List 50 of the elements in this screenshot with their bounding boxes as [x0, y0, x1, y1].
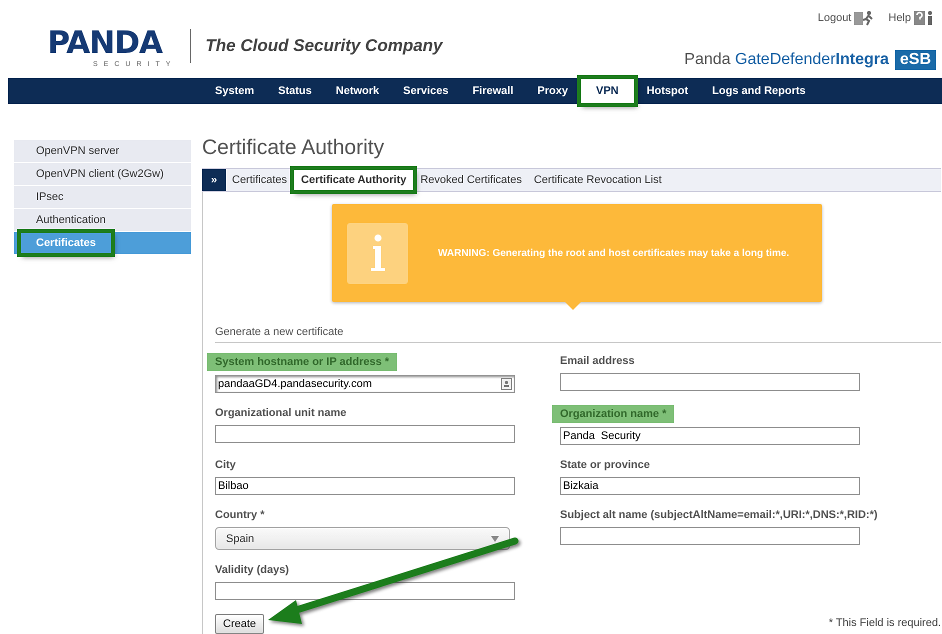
caret-icon	[491, 536, 499, 542]
page-title: Certificate Authority	[202, 136, 386, 160]
field-label: City	[215, 458, 236, 473]
nav-tab[interactable]: Firewall	[460, 78, 526, 104]
field-label: Email address	[560, 354, 635, 369]
field-label: Country *	[215, 508, 264, 523]
input-field[interactable]: Panda Security	[560, 427, 860, 445]
field-label: State or province	[560, 458, 650, 473]
country-dropdown[interactable]: Spain	[215, 527, 510, 550]
toggle-button[interactable]: »	[202, 169, 226, 191]
field-label: Organizational unit name	[215, 406, 346, 421]
help-link[interactable]: Help	[888, 10, 936, 26]
nav-tab[interactable]: Hotspot	[634, 78, 700, 104]
input-field[interactable]	[215, 582, 515, 600]
tagline: The Cloud Security Company	[205, 36, 442, 56]
tab[interactable]: Certificate Authority	[293, 169, 414, 191]
sidebar-item[interactable]: IPsec	[14, 186, 191, 208]
input-field[interactable]	[215, 425, 515, 443]
product-badge: eSB	[894, 50, 936, 70]
nav-tab[interactable]: VPN	[580, 78, 635, 104]
field-label: Organization name *	[552, 405, 674, 423]
nav-tab[interactable]: Proxy	[525, 78, 580, 104]
sidebar-item[interactable]: Authentication	[14, 209, 191, 231]
tab[interactable]: Revoked Certificates	[414, 169, 528, 191]
logo-wordmark: PANDA	[47, 24, 162, 60]
section-title: Generate a new certificate	[215, 326, 941, 343]
tab[interactable]: Certificate Revocation List	[528, 169, 668, 191]
nav-tab[interactable]: Logs and Reports	[700, 78, 818, 104]
tab[interactable]: Certificates	[226, 169, 294, 191]
input-field[interactable]	[560, 373, 860, 391]
nav-tab[interactable]: Status	[266, 78, 324, 104]
warning-text: WARNING: Generating the root and host certificates may take a long time.	[438, 248, 790, 258]
input-field[interactable]: pandaaGD4.pandasecurity.com	[215, 375, 515, 393]
sidebar-item[interactable]: OpenVPN client (Gw2Gw)	[14, 163, 191, 185]
info-icon	[370, 234, 386, 272]
input-field[interactable]: Bilbao	[215, 477, 515, 495]
nav-tab[interactable]: Network	[324, 78, 392, 104]
product-name: Panda GateDefenderIntegra	[684, 51, 889, 69]
required-note: * This Field is required.	[828, 617, 941, 631]
input-field[interactable]: Bizkaia	[560, 477, 860, 495]
nav-tab[interactable]: System	[203, 78, 266, 104]
create-button[interactable]: Create	[215, 614, 264, 634]
field-label: Subject alt name (subjectAltName=email:*,URI:*,DNS:*,RID:*)	[560, 508, 878, 523]
contact-card-icon	[501, 378, 512, 390]
input-field[interactable]	[560, 527, 860, 545]
nav-tab[interactable]: Services	[391, 78, 460, 104]
field-label: System hostname or IP address *	[207, 353, 398, 371]
field-label: Validity (days)	[215, 563, 289, 578]
sidebar-item[interactable]: OpenVPN server	[14, 140, 191, 162]
logout-link[interactable]: Logout	[818, 10, 876, 26]
